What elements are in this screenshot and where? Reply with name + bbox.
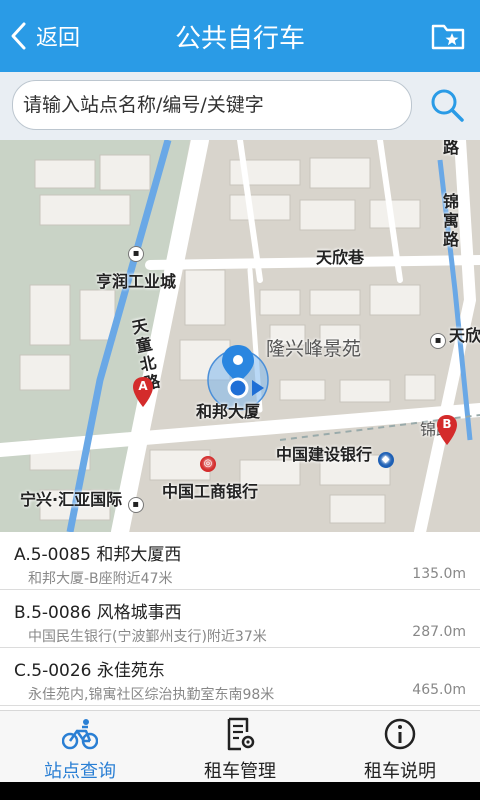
info-icon (384, 718, 416, 750)
station-distance: 287.0m (412, 624, 466, 640)
station-address: 和邦大厦-B座附近47米 (28, 571, 173, 587)
map-label-icbc: 中国工商银行 (162, 482, 259, 501)
map-poi-tianxin-right: ▪ 天欣 (430, 322, 480, 349)
search-icon[interactable] (428, 86, 466, 124)
station-title: A.5-0085 和邦大厦西 (14, 545, 182, 565)
map-label-tianxin-alley: 天欣巷 (316, 248, 365, 267)
tab-rental-info[interactable]: 租车说明 (320, 711, 480, 782)
map-background (0, 140, 480, 532)
tab-label: 租车管理 (204, 761, 276, 782)
document-gear-icon (227, 717, 255, 751)
station-address: 中国民生银行(宁波鄞州支行)附近37米 (28, 629, 267, 645)
chevron-left-icon (11, 22, 26, 50)
bank-icon: ◎ (200, 456, 216, 472)
search-input[interactable] (12, 80, 412, 130)
favorites-folder-icon[interactable] (430, 18, 466, 54)
marker-letter: A (138, 379, 148, 393)
map-label-jinyu-top: 锦寓路 (443, 192, 460, 249)
tab-label: 租车说明 (364, 761, 436, 782)
back-label: 返回 (36, 26, 81, 51)
poi-icon: ▪ (430, 333, 446, 349)
map-view[interactable]: ▪ 亨润工业城 天欣巷 天童北路 隆兴峰景苑 和邦大厦 中国建设银行 ◆ ◎ 中… (0, 140, 480, 532)
map-poi-ccb: 中国建设银行 ◆ (276, 441, 397, 468)
map-poi-hengrun: ▪ 亨润工业城 (96, 246, 177, 292)
marker-letter: B (442, 417, 452, 431)
map-label-ningxing: 宁兴·汇亚国际 (20, 490, 123, 509)
tab-rental-management[interactable]: 租车管理 (160, 711, 320, 782)
station-distance: 135.0m (412, 566, 466, 582)
bicycle-icon (62, 719, 98, 750)
map-label-ccb: 中国建设银行 (276, 445, 373, 464)
station-row[interactable]: C.5-0026 永佳苑东 永佳苑内,锦寓社区综治执勤室东南98米 465.0m (0, 648, 480, 706)
map-label-hengrun: 亨润工业城 (96, 272, 177, 291)
system-navigation-bar (0, 782, 480, 800)
map-label-longxing: 隆兴峰景苑 (266, 338, 362, 360)
station-row[interactable]: A.5-0085 和邦大厦西 和邦大厦-B座附近47米 135.0m (0, 532, 480, 590)
poi-icon: ▪ (128, 246, 144, 262)
station-title: C.5-0026 永佳苑东 (14, 661, 165, 681)
map-poi-icbc: ◎ 中国工商银行 (162, 456, 259, 502)
map-label-hebang: 和邦大厦 (196, 402, 261, 421)
bottom-tab-bar: 站点查询 租车管理 租车说明 (0, 710, 480, 782)
map-label-lu-corner: 路 (443, 140, 460, 157)
app-header: 返回 公共自行车 (0, 0, 480, 72)
bank-icon: ◆ (377, 452, 394, 468)
tab-station-query[interactable]: 站点查询 (0, 711, 160, 782)
station-title: B.5-0086 风格城事西 (14, 603, 182, 623)
map-label-tianxin-right: 天欣 (449, 326, 480, 345)
station-marker-b[interactable]: B (436, 414, 458, 446)
station-list: A.5-0085 和邦大厦西 和邦大厦-B座附近47米 135.0m B.5-0… (0, 532, 480, 710)
back-button[interactable]: 返回 (8, 18, 80, 54)
poi-icon: ▪ (127, 497, 144, 513)
station-marker-a[interactable]: A (132, 376, 154, 408)
map-poi-ningxing: 宁兴·汇亚国际 ▪ (20, 486, 147, 513)
tab-label: 站点查询 (44, 761, 116, 782)
station-row[interactable]: B.5-0086 风格城事西 中国民生银行(宁波鄞州支行)附近37米 287.0… (0, 590, 480, 648)
search-bar (0, 72, 480, 140)
station-address: 永佳苑内,锦寓社区综治执勤室东南98米 (28, 687, 275, 703)
station-distance: 465.0m (412, 682, 466, 698)
